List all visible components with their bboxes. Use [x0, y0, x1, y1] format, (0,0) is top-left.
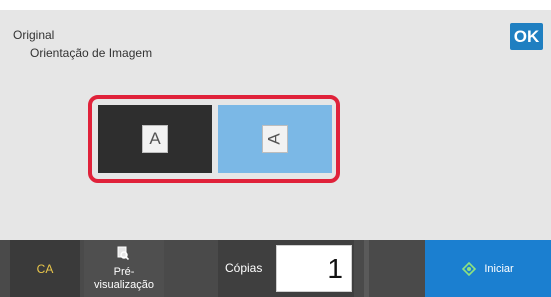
landscape-glyph-icon: A: [262, 125, 288, 153]
page-title: Original: [13, 28, 55, 42]
orientation-landscape-button[interactable]: A: [218, 105, 332, 173]
orientation-portrait-button[interactable]: A: [98, 105, 212, 173]
preview-button[interactable]: Pré- visualização: [84, 240, 164, 297]
top-border: [0, 0, 551, 10]
start-label: Iniciar: [484, 262, 514, 275]
landscape-glyph: A: [265, 133, 284, 145]
diamond-start-icon: [462, 261, 477, 276]
page-subtitle: Orientação de Imagem: [30, 46, 153, 60]
preview-label: Pré- visualização: [84, 266, 164, 292]
portrait-glyph: A: [149, 129, 161, 148]
bottom-divider: [364, 240, 369, 297]
copies-label: Cópias: [225, 261, 263, 275]
magnifier-document-icon: [117, 246, 129, 260]
copies-group: Cópias 1: [218, 240, 354, 297]
copies-input[interactable]: 1: [276, 245, 352, 292]
ca-button[interactable]: CA: [10, 240, 80, 297]
preview-label-line2: visualização: [94, 279, 154, 291]
screen: Original Orientação de Imagem OK A A CA …: [0, 0, 551, 297]
preview-label-line1: Pré-: [113, 266, 135, 278]
start-button[interactable]: Iniciar: [425, 240, 551, 297]
ok-button[interactable]: OK: [510, 23, 543, 50]
portrait-glyph-icon: A: [142, 125, 168, 153]
